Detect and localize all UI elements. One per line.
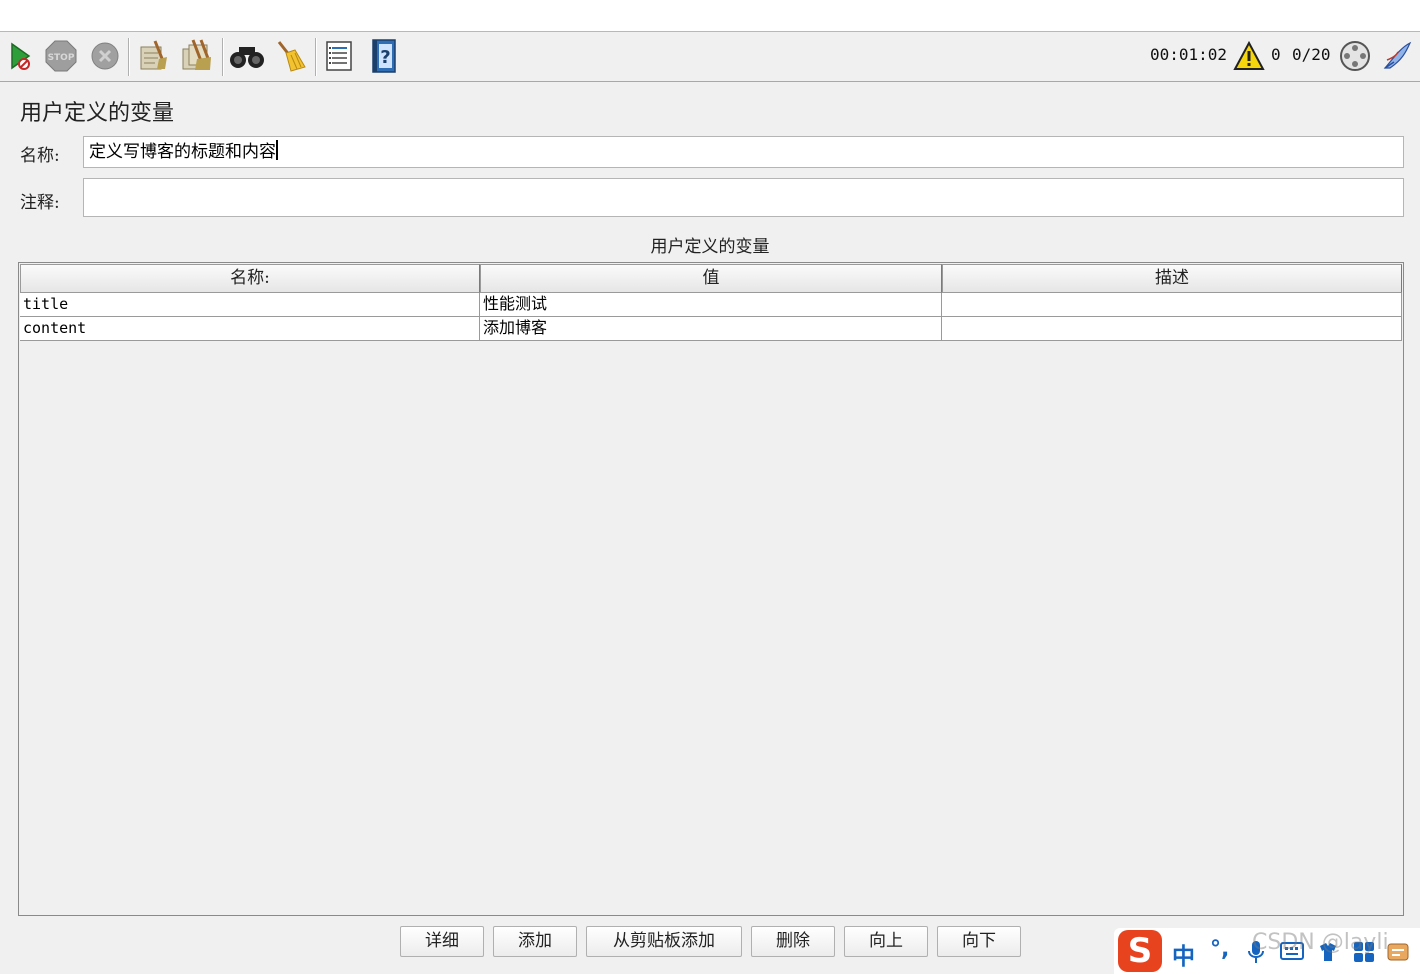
shutdown-icon	[91, 42, 119, 70]
comment-field[interactable]	[83, 178, 1404, 217]
table-header: 名称: 值 描述	[20, 264, 1402, 293]
move-up-button[interactable]: 向上	[844, 926, 928, 957]
thread-status-icon	[1340, 41, 1370, 71]
svg-text:?: ?	[380, 47, 390, 68]
search-button[interactable]	[229, 37, 265, 75]
stop-icon: STOP	[45, 40, 77, 72]
elapsed-timer: 00:01:02	[1150, 45, 1228, 64]
ime-punctuation-toggle[interactable]: °,	[1210, 937, 1229, 962]
name-label: 名称:	[20, 146, 60, 166]
ime-logo[interactable]: S	[1118, 930, 1162, 972]
shutdown-button[interactable]	[87, 37, 123, 75]
cell-name[interactable]: content	[20, 317, 480, 341]
clear-icon	[140, 40, 167, 70]
column-header-name[interactable]: 名称:	[20, 264, 480, 293]
detail-button[interactable]: 详细	[400, 926, 484, 957]
toolbar-separator	[222, 38, 223, 76]
watermark: CSDN @layli	[1252, 930, 1389, 955]
stop-button[interactable]: STOP	[43, 37, 79, 75]
start-icon	[11, 42, 31, 70]
function-helper-button[interactable]	[321, 37, 357, 75]
toolbar-separator	[128, 38, 129, 76]
reset-search-icon	[277, 41, 306, 72]
clear-button[interactable]	[134, 37, 170, 75]
name-field[interactable]: 定义写博客的标题和内容	[83, 136, 1404, 168]
clear-all-button[interactable]	[178, 37, 214, 75]
search-icon	[230, 47, 264, 68]
table-row[interactable]: content 添加博客	[20, 317, 1402, 341]
comment-label: 注释:	[20, 193, 60, 213]
main-toolbar: STOP ? 00:01:02 0 0/20	[0, 32, 1420, 82]
menu-icon[interactable]	[1386, 940, 1412, 964]
window-top-strip	[0, 0, 1420, 32]
ime-language-toggle[interactable]: 中	[1172, 937, 1195, 971]
feather-icon	[1383, 41, 1412, 69]
column-header-description[interactable]: 描述	[942, 264, 1402, 293]
table-row[interactable]: title 性能测试	[20, 293, 1402, 317]
variables-table[interactable]: 名称: 值 描述 title 性能测试 content 添加博客	[18, 262, 1404, 916]
cell-name[interactable]: title	[20, 293, 480, 317]
add-from-clipboard-button[interactable]: 从剪贴板添加	[586, 926, 742, 957]
column-header-value[interactable]: 值	[480, 264, 942, 293]
warning-icon	[1233, 41, 1265, 70]
toolbar-separator	[315, 38, 316, 76]
name-field-value: 定义写博客的标题和内容	[89, 142, 276, 162]
help-button[interactable]: ?	[366, 37, 402, 75]
cell-description[interactable]	[942, 293, 1402, 317]
start-button[interactable]	[2, 37, 38, 75]
help-icon: ?	[372, 39, 396, 73]
svg-text:STOP: STOP	[48, 53, 75, 63]
clear-all-icon	[182, 39, 211, 70]
log-viewer-button[interactable]	[1380, 38, 1414, 74]
active-threads: 0/20	[1292, 45, 1331, 64]
move-down-button[interactable]: 向下	[937, 926, 1021, 957]
reset-search-button[interactable]	[272, 37, 308, 75]
table-caption: 用户定义的变量	[650, 237, 770, 257]
function-helper-icon	[326, 41, 352, 71]
add-button[interactable]: 添加	[493, 926, 577, 957]
cell-value[interactable]: 添加博客	[480, 317, 942, 341]
warning-count: 0	[1271, 45, 1281, 64]
panel-title: 用户定义的变量	[20, 101, 175, 126]
cell-description[interactable]	[942, 317, 1402, 341]
cell-value[interactable]: 性能测试	[480, 293, 942, 317]
delete-button[interactable]: 删除	[751, 926, 835, 957]
text-caret	[276, 140, 278, 160]
